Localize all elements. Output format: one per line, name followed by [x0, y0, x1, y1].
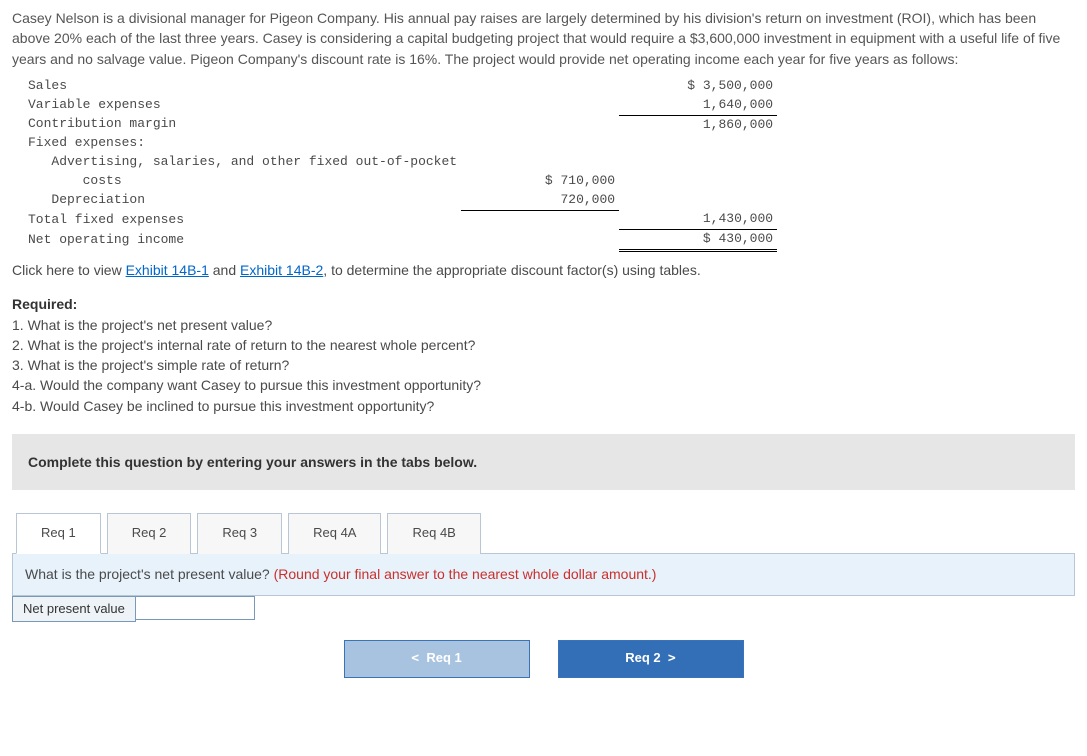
tab-req2[interactable]: Req 2: [107, 513, 192, 554]
required-block: Required: 1. What is the project's net p…: [12, 294, 1075, 416]
prev-button[interactable]: < Req 1: [344, 640, 530, 678]
row-sales-value: $ 3,500,000: [619, 77, 777, 96]
tabs-row: Req 1 Req 2 Req 3 Req 4A Req 4B: [12, 512, 1075, 554]
question-hint: (Round your final answer to the nearest …: [274, 566, 657, 582]
row-tfe-label: Total fixed expenses: [24, 210, 461, 229]
next-button[interactable]: Req 2 >: [558, 640, 744, 678]
chevron-right-icon: >: [668, 651, 676, 666]
row-tfe-value: 1,430,000: [619, 210, 777, 229]
answer-label: Net present value: [12, 596, 136, 623]
tab-req4a[interactable]: Req 4A: [288, 513, 381, 554]
row-adv-label-line2: costs: [24, 172, 461, 191]
row-varexp-label: Variable expenses: [24, 96, 461, 115]
tab-req4b[interactable]: Req 4B: [387, 513, 480, 554]
question-bar: What is the project's net present value?…: [12, 554, 1075, 595]
row-noi-value: $ 430,000: [619, 230, 777, 251]
row-noi-label: Net operating income: [24, 230, 461, 251]
required-q2: 2. What is the project's internal rate o…: [12, 337, 475, 353]
row-dep-value: 720,000: [461, 191, 619, 210]
row-dep-label: Depreciation: [24, 191, 461, 210]
answer-row: Net present value: [12, 596, 1075, 623]
row-varexp-value: 1,640,000: [619, 96, 777, 115]
nav-buttons: < Req 1 Req 2 >: [12, 640, 1075, 678]
row-fixed-header: Fixed expenses:: [24, 134, 461, 153]
npv-input[interactable]: [136, 596, 255, 620]
tab-req3[interactable]: Req 3: [197, 513, 282, 554]
required-q1: 1. What is the project's net present val…: [12, 317, 272, 333]
income-statement-table: Sales $ 3,500,000 Variable expenses 1,64…: [24, 77, 777, 252]
exhibit-link-1[interactable]: Exhibit 14B-1: [126, 262, 209, 278]
required-q3: 3. What is the project's simple rate of …: [12, 357, 289, 373]
problem-statement: Casey Nelson is a divisional manager for…: [12, 8, 1075, 69]
tab-req1[interactable]: Req 1: [16, 513, 101, 554]
row-sales-label: Sales: [24, 77, 461, 96]
instruction-box: Complete this question by entering your …: [12, 434, 1075, 490]
row-cm-label: Contribution margin: [24, 115, 461, 134]
required-q4b: 4-b. Would Casey be inclined to pursue t…: [12, 398, 434, 414]
row-cm-value: 1,860,000: [619, 115, 777, 134]
row-adv-label-line1: Advertising, salaries, and other fixed o…: [24, 153, 461, 172]
exhibit-line: Click here to view Exhibit 14B-1 and Exh…: [12, 260, 1075, 280]
question-text: What is the project's net present value?: [25, 566, 274, 582]
required-q4a: 4-a. Would the company want Casey to pur…: [12, 377, 481, 393]
row-adv-value: $ 710,000: [461, 172, 619, 191]
chevron-left-icon: <: [411, 651, 419, 666]
exhibit-link-2[interactable]: Exhibit 14B-2: [240, 262, 323, 278]
required-heading: Required:: [12, 296, 77, 312]
